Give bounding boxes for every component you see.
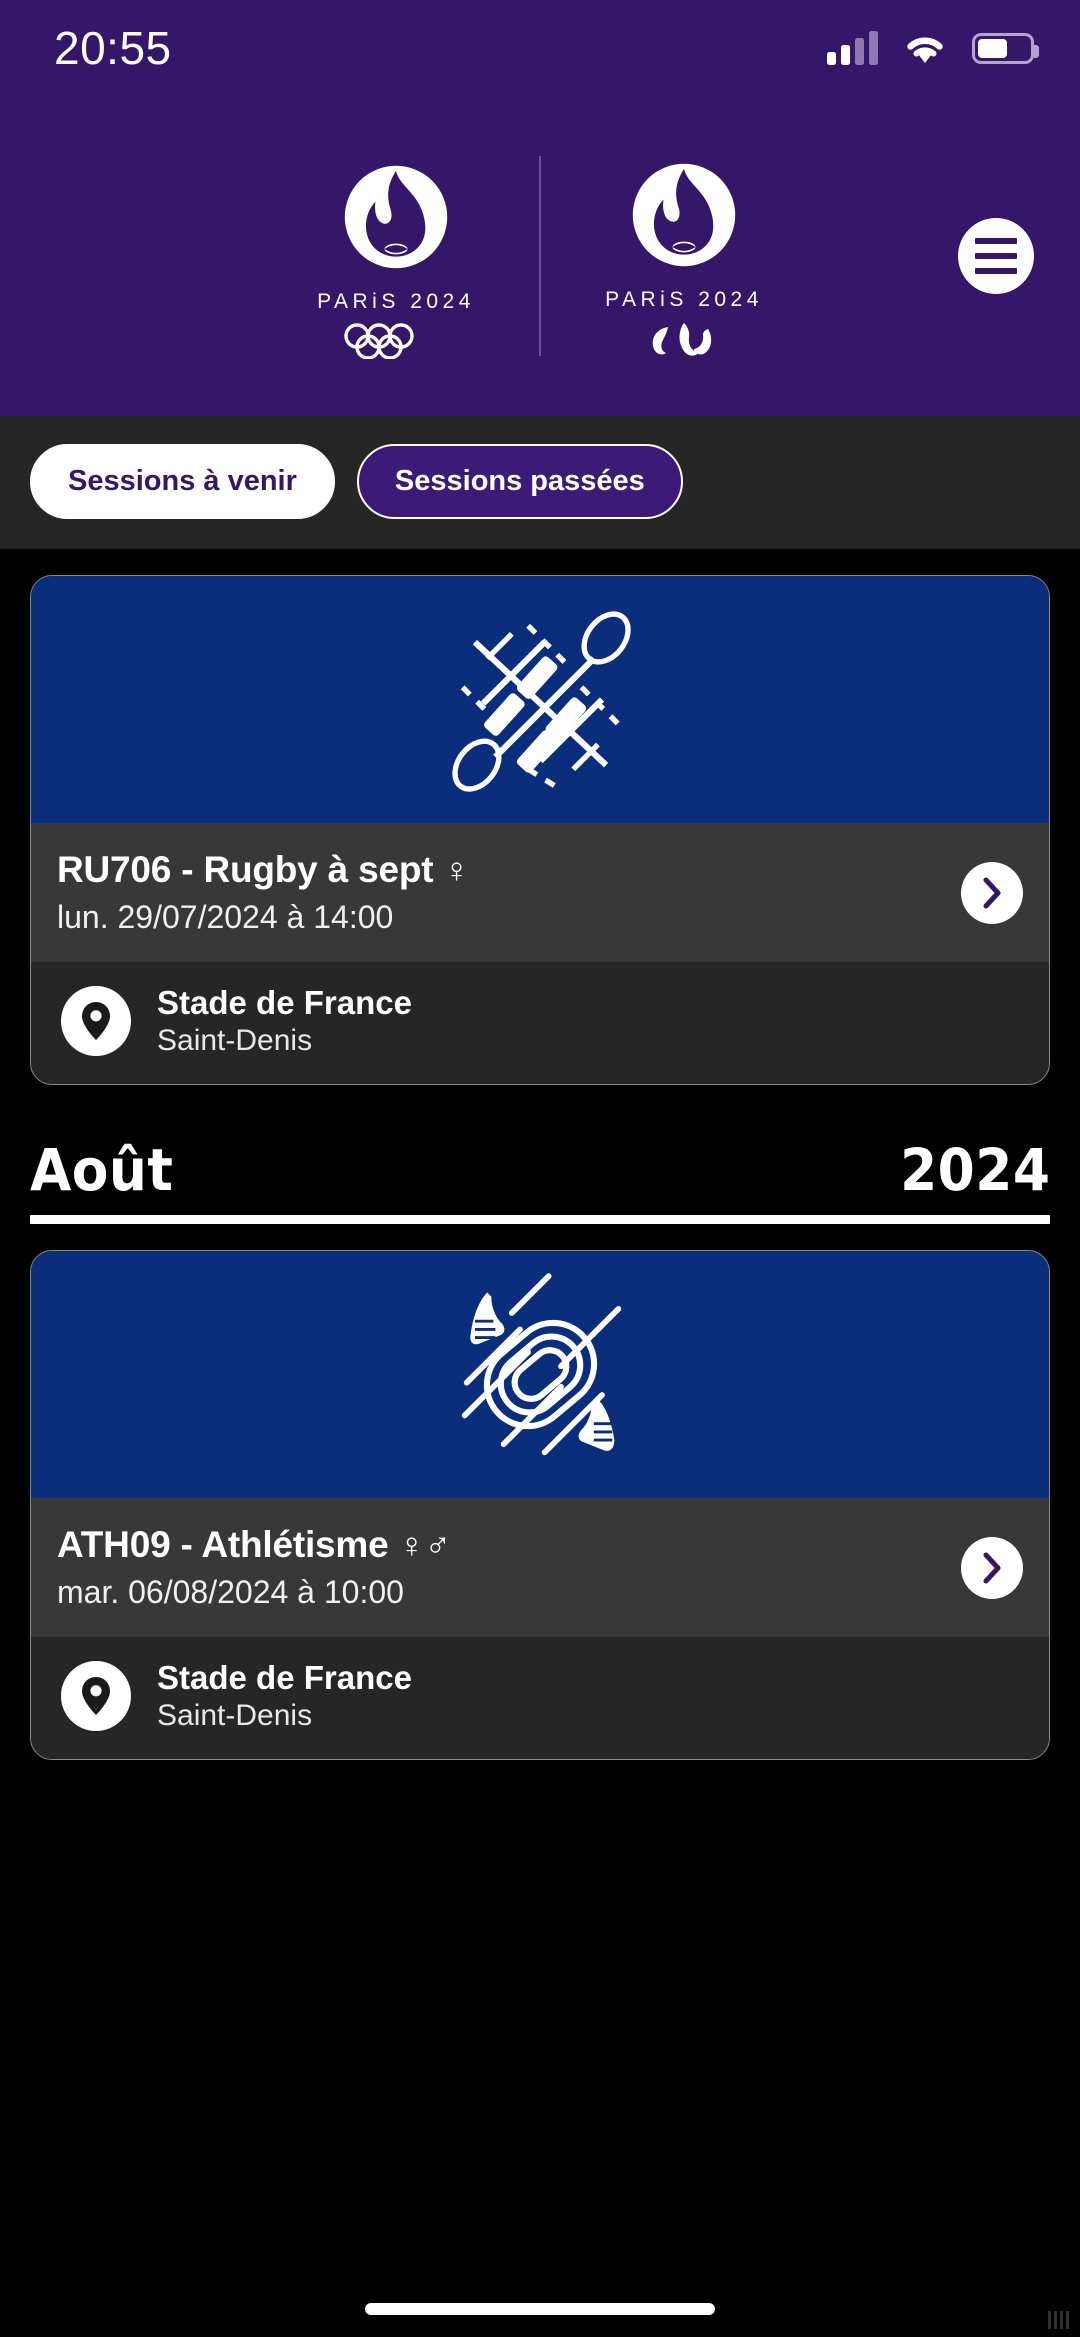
paris2024-flame-marianne-icon: [344, 165, 448, 269]
venue-name: Stade de France: [157, 1659, 412, 1696]
session-venue-text: Stade de France Saint-Denis: [157, 984, 412, 1058]
session-title: RU706 - Rugby à sept ♀: [57, 849, 945, 891]
cellular-signal-icon: [827, 31, 878, 65]
session-filter-tabs: Sessions à venir Sessions passées: [0, 416, 1080, 549]
session-detail-button[interactable]: [961, 1536, 1023, 1599]
session-pictogram-banner: [31, 576, 1049, 823]
paralympic-agitos-icon: [652, 323, 712, 356]
tab-sessions-a-venir[interactable]: Sessions à venir: [30, 444, 335, 519]
session-datetime: lun. 29/07/2024 à 14:00: [57, 899, 394, 935]
session-venue: Stade de France Saint-Denis: [31, 962, 1049, 1084]
status-bar-icons: [827, 31, 1039, 65]
session-pictogram-banner: [31, 1251, 1049, 1498]
watermark: [1048, 2311, 1072, 2329]
gender-symbol-icon: ♀: [443, 851, 470, 890]
hamburger-menu-icon: [975, 253, 1017, 259]
hamburger-menu-button[interactable]: [958, 218, 1034, 294]
paralympic-logo: PARiS 2024: [579, 151, 789, 361]
paris2024-flame-marianne-icon: [632, 163, 736, 267]
session-detail-button[interactable]: [961, 861, 1023, 924]
venue-city: Saint-Denis: [157, 1024, 313, 1057]
session-card[interactable]: RU706 - Rugby à sept ♀ lun. 29/07/2024 à…: [30, 575, 1050, 1085]
session-title: ATH09 - Athlétisme ♀♂: [57, 1524, 945, 1566]
chevron-right-icon: [983, 877, 1001, 908]
tab-sessions-passees[interactable]: Sessions passées: [356, 444, 683, 519]
olympic-logo: PARiS 2024: [291, 153, 501, 359]
logo-group: PARiS 2024 PARiS 2024: [291, 151, 789, 361]
session-title-label: ATH09 - Athlétisme: [57, 1524, 389, 1565]
session-venue-text: Stade de France Saint-Denis: [157, 1659, 412, 1733]
battery-icon: [972, 32, 1039, 64]
status-bar-clock: 20:55: [54, 22, 172, 74]
month-header-rule: [30, 1215, 1050, 1224]
venue-city: Saint-Denis: [157, 1699, 313, 1732]
wifi-icon: [907, 37, 943, 63]
session-summary-text: ATH09 - Athlétisme ♀♂ mar. 06/08/2024 à …: [57, 1524, 945, 1611]
paralympic-wordmark: PARiS 2024: [605, 288, 763, 311]
olympic-rings-icon: [344, 323, 414, 359]
location-pin-badge: [61, 1661, 131, 1731]
session-card[interactable]: ATH09 - Athlétisme ♀♂ mar. 06/08/2024 à …: [30, 1250, 1050, 1760]
rugby-sevens-pictogram: [451, 611, 631, 792]
hamburger-menu-icon: [975, 238, 1017, 244]
month-year: 2024: [899, 1136, 1050, 1204]
app-header: PARiS 2024 PARiS 2024: [0, 96, 1080, 416]
month-header-row: Août 2024: [30, 1141, 1050, 1199]
hamburger-menu-icon: [975, 268, 1017, 274]
logo-divider: [539, 156, 541, 356]
olympic-wordmark: PARiS 2024: [317, 290, 475, 313]
month-name: Août: [30, 1136, 174, 1204]
home-indicator: [365, 2303, 715, 2315]
chevron-right-icon: [983, 1552, 1001, 1583]
month-header: Août 2024: [30, 1085, 1050, 1224]
session-title-label: RU706 - Rugby à sept: [57, 849, 434, 890]
session-summary[interactable]: ATH09 - Athlétisme ♀♂ mar. 06/08/2024 à …: [31, 1498, 1049, 1637]
session-datetime: mar. 06/08/2024 à 10:00: [57, 1574, 404, 1610]
session-summary[interactable]: RU706 - Rugby à sept ♀ lun. 29/07/2024 à…: [31, 823, 1049, 962]
location-pin-icon: [82, 1677, 110, 1715]
status-bar: 20:55: [0, 0, 1080, 96]
session-summary-text: RU706 - Rugby à sept ♀ lun. 29/07/2024 à…: [57, 849, 945, 936]
session-venue: Stade de France Saint-Denis: [31, 1637, 1049, 1759]
session-list: RU706 - Rugby à sept ♀ lun. 29/07/2024 à…: [0, 575, 1080, 1760]
athletics-pictogram: [461, 1273, 621, 1456]
location-pin-icon: [82, 1002, 110, 1040]
location-pin-badge: [61, 986, 131, 1056]
venue-name: Stade de France: [157, 984, 412, 1021]
gender-symbol-icon: ♀♂: [398, 1526, 451, 1565]
